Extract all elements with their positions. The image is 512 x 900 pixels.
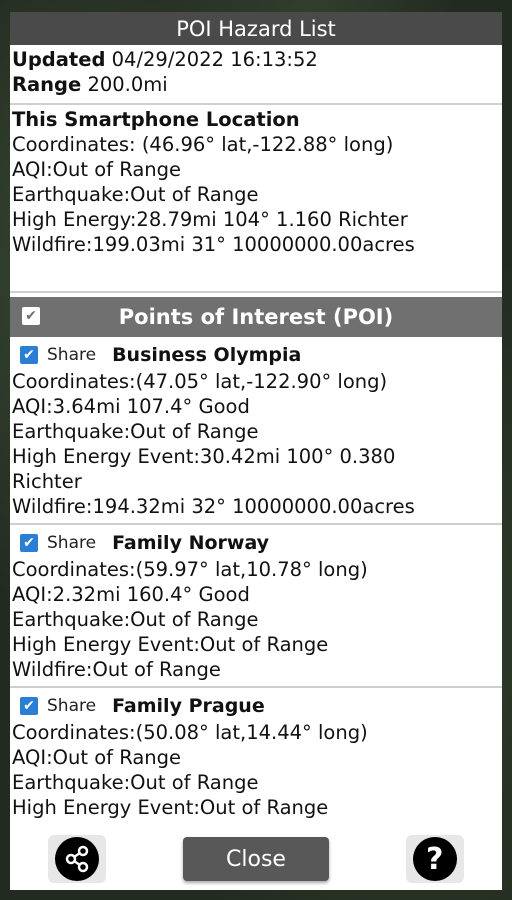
poi-item-family-norway: ✔ Share Family Norway Coordinates:(59.97… (10, 525, 502, 688)
smartphone-location: This Smartphone Location Coordinates: (4… (10, 105, 502, 293)
poi-coordinates: Coordinates:(50.08° lat,14.44° long) (12, 721, 368, 744)
poi-name: Business Olympia (112, 344, 302, 366)
share-label: Share (47, 345, 97, 365)
poi-name: Family Norway (112, 532, 270, 554)
share-icon (55, 837, 100, 881)
share-checkbox[interactable]: ✔ (20, 534, 38, 552)
smartphone-title: This Smartphone Location (12, 108, 300, 131)
poi-item-business-olympia: ✔ Share Business Olympia Coordinates:(47… (10, 337, 502, 525)
poi-section-header: ✔ Points of Interest (POI) (10, 297, 502, 337)
smartphone-aqi: AQI:Out of Range (12, 158, 182, 181)
poi-aqi: AQI:Out of Range (12, 746, 182, 769)
share-label: Share (47, 696, 97, 716)
share-checkbox[interactable]: ✔ (20, 697, 38, 715)
poi-item-family-prague: ✔ Share Family Prague Coordinates:(50.08… (10, 688, 502, 824)
update-info: Updated 04/29/2022 16:13:52 Range 200.0m… (10, 45, 502, 105)
share-label: Share (47, 533, 97, 553)
share-checkbox[interactable]: ✔ (20, 346, 38, 364)
poi-wildfire: Wildfire:194.32mi 32° 10000000.00acres (12, 495, 415, 518)
smartphone-earthquake: Earthquake:Out of Range (12, 183, 259, 206)
updated-label: Updated (12, 48, 106, 71)
smartphone-wildfire: Wildfire:199.03mi 31° 10000000.00acres (12, 233, 415, 256)
poi-high-energy: High Energy Event:Out of Range (12, 796, 329, 819)
help-icon: ? (412, 837, 457, 881)
dialog-footer: Close ? (10, 828, 502, 890)
poi-aqi: AQI:3.64mi 107.4° Good (12, 395, 250, 418)
close-button[interactable]: Close (182, 837, 329, 881)
dialog-title: POI Hazard List (10, 12, 502, 45)
poi-earthquake: Earthquake:Out of Range (12, 420, 259, 443)
poi-high-energy: High Energy Event:30.42mi 100° 0.380 (12, 445, 396, 468)
updated-value: 04/29/2022 16:13:52 (111, 48, 318, 71)
poi-coordinates: Coordinates:(59.97° lat,10.78° long) (12, 558, 368, 581)
poi-earthquake: Earthquake:Out of Range (12, 608, 259, 631)
poi-high-energy-cont: Richter (12, 470, 82, 493)
smartphone-coordinates: Coordinates: (46.96° lat,-122.88° long) (12, 133, 394, 156)
smartphone-high-energy: High Energy:28.79mi 104° 1.160 Richter (12, 208, 408, 231)
poi-hazard-dialog: POI Hazard List Updated 04/29/2022 16:13… (10, 12, 502, 890)
help-button[interactable]: ? (405, 835, 464, 883)
poi-name: Family Prague (112, 695, 265, 717)
poi-wildfire: Wildfire:Out of Range (12, 658, 221, 681)
poi-aqi: AQI:2.32mi 160.4° Good (12, 583, 250, 606)
range-value: 200.0mi (87, 73, 168, 96)
poi-coordinates: Coordinates:(47.05° lat,-122.90° long) (12, 370, 388, 393)
poi-select-all-checkbox[interactable]: ✔ (22, 307, 40, 325)
share-button[interactable] (48, 835, 107, 883)
poi-high-energy: High Energy Event:Out of Range (12, 633, 329, 656)
range-label: Range (12, 73, 82, 96)
poi-earthquake: Earthquake:Out of Range (12, 771, 259, 794)
poi-section-title: Points of Interest (POI) (118, 305, 394, 329)
